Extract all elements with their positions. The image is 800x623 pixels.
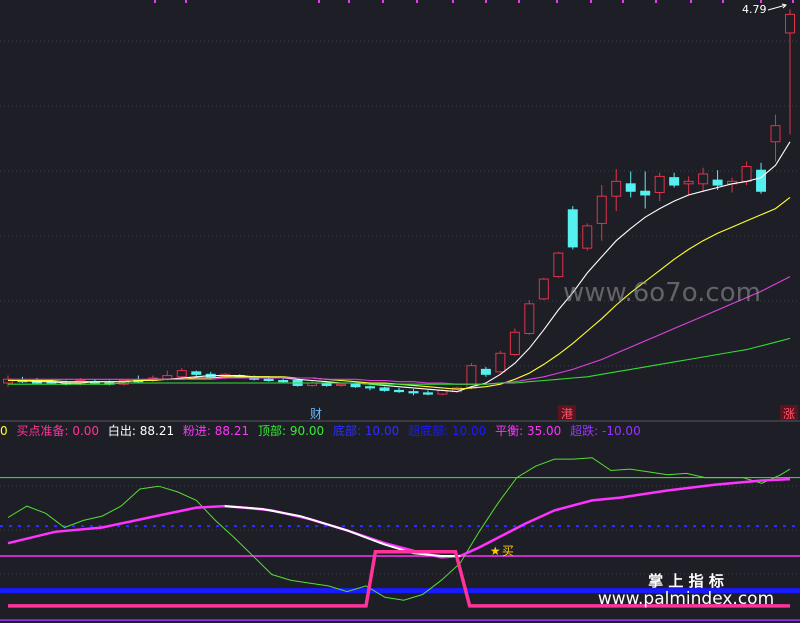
- candle-body-46: [669, 177, 680, 186]
- candle-body-24: [350, 383, 361, 388]
- sub-series-white: [224, 505, 461, 557]
- marker-label-2: 涨: [783, 406, 795, 421]
- candle-body-53: [770, 125, 781, 143]
- top-dot-14: [722, 0, 724, 3]
- legend-buy-prep: 买点准备: 0.00: [16, 424, 100, 438]
- candle-body-45: [654, 175, 665, 193]
- candle-body-48: [698, 173, 709, 185]
- top-dot-1: [185, 0, 187, 3]
- candle-body-39: [567, 209, 578, 248]
- marker-label-1: 港: [561, 407, 573, 421]
- marker-label-0: 财: [310, 407, 322, 421]
- candlestick-panel: [3, 9, 795, 396]
- candle-body-43: [625, 183, 636, 192]
- legend-white-out: 白出: 88.21: [107, 424, 175, 438]
- candle-body-18: [263, 378, 274, 381]
- candle-body-42: [611, 180, 622, 197]
- top-dot-4: [382, 0, 384, 3]
- top-dot-11: [622, 0, 624, 3]
- top-dot-8: [518, 0, 520, 3]
- candle-body-28: [408, 391, 419, 394]
- top-dot-6: [452, 0, 454, 3]
- candle-body-25: [365, 386, 376, 389]
- candle-body-29: [422, 392, 433, 395]
- candle-body-37: [538, 278, 549, 300]
- watermark-site1: www.6o7o.com: [563, 278, 761, 308]
- candle-body-33: [480, 368, 491, 375]
- candle-body-26: [379, 387, 390, 391]
- candle-body-36: [524, 303, 535, 334]
- max-price-arrow-icon: [767, 3, 787, 11]
- legend-bottom: 底部: 10.00: [333, 424, 400, 438]
- candle-body-41: [596, 195, 607, 224]
- candle-body-34: [495, 352, 506, 373]
- top-dot-2: [318, 0, 320, 3]
- candle-body-47: [683, 180, 694, 185]
- indicator-legend: 0 买点准备: 0.00 白出: 88.21 粉进: 88.21 顶部: 90.…: [0, 422, 800, 440]
- watermark-title: 掌 上 指 标: [648, 572, 724, 590]
- top-dot-12: [655, 0, 657, 3]
- top-dot-3: [348, 0, 350, 3]
- top-dot-16: [792, 0, 794, 3]
- top-dot-13: [690, 0, 692, 3]
- candle-body-12: [176, 370, 187, 378]
- legend-oversold: 超跌: -10.00: [570, 424, 641, 438]
- legend-top: 顶部: 90.00: [257, 424, 325, 438]
- buy-label: 买: [502, 544, 514, 558]
- candle-body-38: [553, 252, 564, 278]
- candle-body-35: [509, 331, 520, 356]
- top-dot-markers: [154, 0, 794, 3]
- buy-star-icon: ★: [490, 544, 501, 558]
- top-dot-9: [556, 0, 558, 3]
- candle-body-54: [785, 13, 795, 34]
- candle-body-27: [394, 389, 404, 393]
- legend-super-bottom: 超底部: 10.00: [408, 424, 487, 438]
- event-markers: 财港涨: [310, 405, 798, 421]
- candle-body-23: [336, 383, 347, 386]
- legend-item-0: 0: [0, 424, 8, 438]
- top-dot-7: [485, 0, 487, 3]
- candle-body-51: [741, 166, 752, 182]
- candle-body-49: [712, 179, 723, 186]
- legend-pink-in: 粉进: 88.21: [182, 424, 250, 438]
- sub-series-magenta: [7, 477, 791, 559]
- candle-body-52: [756, 169, 767, 192]
- max-price-label: 4.79: [742, 3, 767, 16]
- top-dot-5: [416, 0, 418, 3]
- candle-body-19: [278, 379, 289, 383]
- ma-line-green: [8, 337, 791, 385]
- candle-body-44: [640, 190, 651, 196]
- candle-body-13: [191, 371, 202, 375]
- legend-balance: 平衡: 35.00: [495, 424, 562, 438]
- watermark-site2: www.palmindex.com: [598, 589, 774, 609]
- chart-canvas: 财 港 涨 ★ 买 www.6o7o.com 掌 上 指 标 www.palminde…: [0, 0, 800, 621]
- candle-body-40: [582, 225, 593, 249]
- top-dot-0: [154, 0, 156, 3]
- top-dot-10: [590, 0, 592, 3]
